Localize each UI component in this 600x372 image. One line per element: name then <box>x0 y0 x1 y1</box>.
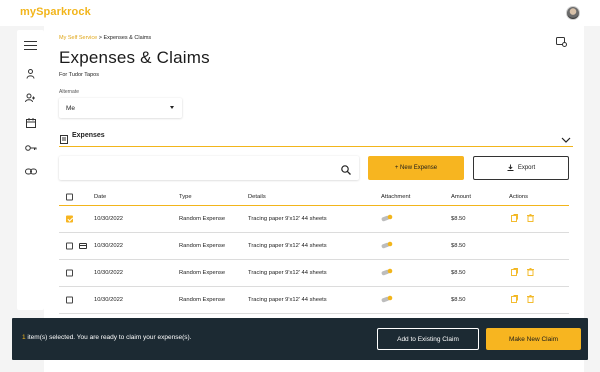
expenses-section-header[interactable]: Expenses <box>59 125 573 147</box>
export-button[interactable]: Export <box>473 156 569 180</box>
caret-down-icon <box>170 106 174 109</box>
header-actions: Actions <box>509 193 529 200</box>
table-body: 10/30/2022 Random Expense Tracing paper 9'… <box>59 206 569 314</box>
cell-details: Tracing paper 9'x12' 44 sheets <box>248 297 327 303</box>
alternate-value: Me <box>66 104 76 112</box>
new-expense-button[interactable]: + New Expense <box>368 156 464 180</box>
attachment-icon[interactable] <box>381 295 393 305</box>
cell-details: Tracing paper 9'x12' 44 sheets <box>248 243 327 249</box>
table-header: Date Type Details Attachment Amount Acti… <box>59 188 569 206</box>
table-row[interactable]: 10/30/2022 Random Expense Tracing paper 9'… <box>59 206 569 233</box>
cell-type: Random Expense <box>179 297 226 303</box>
cell-type: Random Expense <box>179 243 226 249</box>
header-details[interactable]: Details <box>248 194 266 200</box>
key-icon[interactable] <box>23 140 38 155</box>
cell-amount: $8.50 <box>451 216 466 222</box>
header-attachment[interactable]: Attachment <box>381 194 410 200</box>
menu-icon[interactable] <box>23 38 38 53</box>
top-bar: mySparkrock <box>0 0 600 26</box>
app-logo[interactable]: mySparkrock <box>20 6 91 18</box>
cell-date: 10/30/2022 <box>94 243 124 249</box>
breadcrumb-current: Expenses & Claims <box>103 35 152 41</box>
cell-amount: $8.50 <box>451 297 466 303</box>
make-new-claim-button[interactable]: Make New Claim <box>486 328 581 350</box>
attachment-icon[interactable] <box>381 268 393 278</box>
row-checkbox[interactable] <box>66 269 73 277</box>
help-icon[interactable] <box>556 34 567 52</box>
selection-footer: 1 item(s) selected. You are ready to cla… <box>12 318 588 360</box>
attachment-icon[interactable] <box>381 241 393 251</box>
header-amount[interactable]: Amount <box>451 194 471 200</box>
edit-icon[interactable] <box>511 268 518 278</box>
alternate-label: Alternate <box>59 89 80 95</box>
edit-icon[interactable] <box>511 295 518 305</box>
breadcrumb-link-self-service[interactable]: My Self Service <box>59 35 97 41</box>
sidebar <box>17 30 44 310</box>
delete-icon[interactable] <box>527 268 534 278</box>
page-subtitle: For Tudor Tapos <box>59 72 99 78</box>
breadcrumb-separator: > <box>98 35 102 41</box>
attachment-icon[interactable] <box>381 214 393 224</box>
alternate-select[interactable]: Me <box>59 98 182 118</box>
credit-card-icon <box>79 243 87 249</box>
row-checkbox[interactable] <box>66 296 73 304</box>
cell-date: 10/30/2022 <box>94 270 124 276</box>
expenses-table: Date Type Details Attachment Amount Acti… <box>59 188 569 314</box>
chevron-down-icon[interactable] <box>561 130 571 148</box>
table-row[interactable]: 10/30/2022 Random Expense Tracing paper 9'… <box>59 233 569 260</box>
breadcrumb: My Self Service > Expenses & Claims <box>59 35 151 41</box>
cell-type: Random Expense <box>179 270 226 276</box>
cell-details: Tracing paper 9'x12' 44 sheets <box>248 216 327 222</box>
edit-icon[interactable] <box>511 214 518 224</box>
document-icon <box>60 131 68 149</box>
row-checkbox[interactable] <box>66 215 73 223</box>
header-date[interactable]: Date <box>94 194 106 200</box>
calendar-icon[interactable] <box>23 115 38 130</box>
table-row[interactable]: 10/30/2022 Random Expense Tracing paper 9'… <box>59 287 569 314</box>
cell-details: Tracing paper 9'x12' 44 sheets <box>248 270 327 276</box>
search-icon[interactable] <box>341 162 351 180</box>
search-input[interactable] <box>59 156 359 180</box>
user-avatar[interactable] <box>566 6 580 20</box>
select-all-checkbox[interactable] <box>66 193 73 200</box>
section-title: Expenses <box>72 132 105 139</box>
people-icon[interactable] <box>23 90 38 105</box>
page-title: Expenses & Claims <box>59 48 210 67</box>
cell-amount: $8.50 <box>451 270 466 276</box>
cell-amount: $8.50 <box>451 243 466 249</box>
selection-message: 1 item(s) selected. You are ready to cla… <box>22 334 191 341</box>
selection-text: item(s) selected. You are ready to claim… <box>25 334 192 341</box>
person-icon[interactable] <box>23 66 38 81</box>
row-checkbox[interactable] <box>66 242 73 250</box>
cell-date: 10/30/2022 <box>94 297 124 303</box>
add-to-existing-claim-button[interactable]: Add to Existing Claim <box>377 328 479 350</box>
header-type[interactable]: Type <box>179 194 192 200</box>
cell-date: 10/30/2022 <box>94 216 124 222</box>
table-row[interactable]: 10/30/2022 Random Expense Tracing paper 9'… <box>59 260 569 287</box>
delete-icon[interactable] <box>527 214 534 224</box>
download-icon <box>507 164 514 173</box>
delete-icon[interactable] <box>527 295 534 305</box>
cell-type: Random Expense <box>179 216 226 222</box>
link-icon[interactable] <box>23 164 38 179</box>
export-label: Export <box>517 165 536 171</box>
